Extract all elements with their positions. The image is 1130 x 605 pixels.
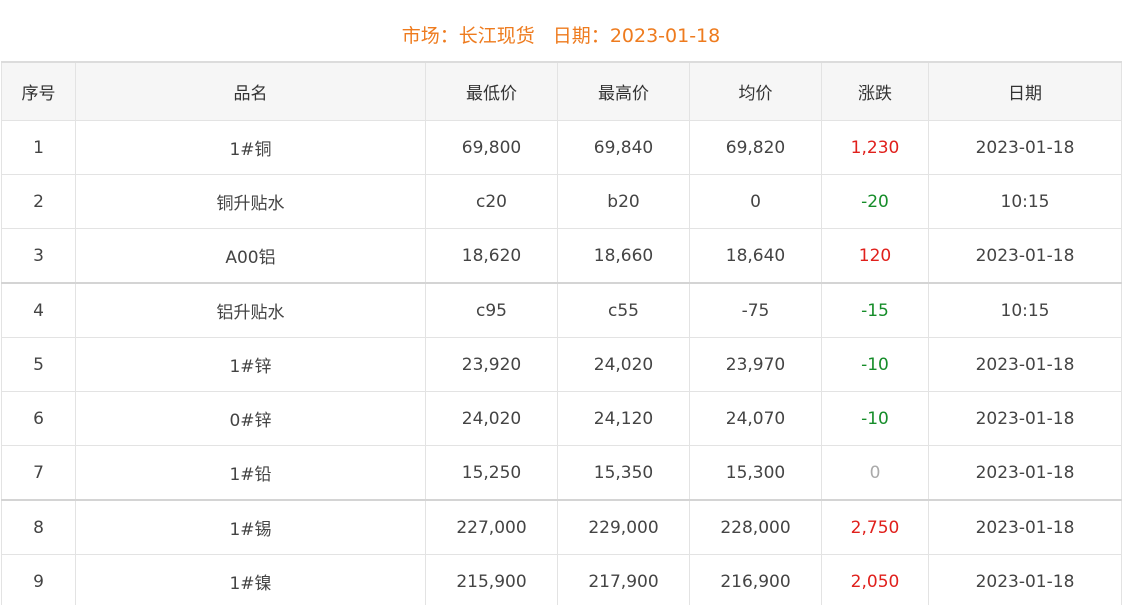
- cell-name: 0#锌: [75, 391, 426, 446]
- cell-high: 217,900: [557, 554, 690, 605]
- cell-low: c95: [425, 282, 558, 338]
- cell-low: 215,900: [425, 554, 558, 605]
- cell-change: -15: [821, 282, 929, 338]
- cell-name: 1#锡: [75, 499, 426, 555]
- cell-high: 18,660: [557, 228, 690, 284]
- cell-no: 5: [1, 337, 76, 392]
- cell-name: 1#铜: [75, 120, 426, 175]
- cell-avg: 18,640: [689, 228, 822, 284]
- cell-avg: 23,970: [689, 337, 822, 392]
- cell-name: A00铝: [75, 228, 426, 284]
- market-date-header: 市场：长江现货 日期：2023-01-18: [0, 22, 1122, 50]
- cell-change: 2,050: [821, 554, 929, 605]
- column-header-avg: 均价: [689, 61, 822, 121]
- cell-date: 10:15: [928, 282, 1122, 338]
- cell-name: 1#铅: [75, 445, 426, 501]
- cell-change: 120: [821, 228, 929, 284]
- cell-high: 15,350: [557, 445, 690, 501]
- cell-change: 0: [821, 445, 929, 501]
- cell-no: 1: [1, 120, 76, 175]
- cell-no: 9: [1, 554, 76, 605]
- cell-change: -10: [821, 337, 929, 392]
- cell-no: 6: [1, 391, 76, 446]
- cell-date: 2023-01-18: [928, 391, 1122, 446]
- cell-high: 24,120: [557, 391, 690, 446]
- column-header-high: 最高价: [557, 61, 690, 121]
- cell-date: 2023-01-18: [928, 228, 1122, 284]
- cell-low: 69,800: [425, 120, 558, 175]
- cell-high: 24,020: [557, 337, 690, 392]
- cell-low: 15,250: [425, 445, 558, 501]
- cell-change: -20: [821, 174, 929, 229]
- table-row: 9 1#镍 215,900 217,900 216,900 2,050 2023…: [1, 554, 1122, 605]
- cell-low: 23,920: [425, 337, 558, 392]
- cell-avg: 0: [689, 174, 822, 229]
- price-table: 序号 品名 最低价 最高价 均价 涨跌 日期 1 1#铜 69,800 69,8…: [1, 61, 1122, 605]
- cell-no: 2: [1, 174, 76, 229]
- market-label: 市场：: [401, 25, 459, 47]
- cell-high: 69,840: [557, 120, 690, 175]
- table-row: 4 铝升贴水 c95 c55 -75 -15 10:15: [1, 282, 1122, 338]
- cell-date: 2023-01-18: [928, 445, 1122, 501]
- cell-no: 7: [1, 445, 76, 501]
- cell-high: c55: [557, 282, 690, 338]
- cell-date: 10:15: [928, 174, 1122, 229]
- price-page: 市场：长江现货 日期：2023-01-18 序号 品名 最低价 最高价 均价 涨跌…: [0, 0, 1130, 605]
- cell-change: -10: [821, 391, 929, 446]
- date-value: 2023-01-18: [609, 25, 721, 47]
- cell-avg: 24,070: [689, 391, 822, 446]
- market-value: 长江现货: [458, 25, 535, 47]
- date-label: 日期：: [552, 25, 610, 47]
- table-row: 3 A00铝 18,620 18,660 18,640 120 2023-01-…: [1, 228, 1122, 284]
- cell-change: 1,230: [821, 120, 929, 175]
- cell-high: b20: [557, 174, 690, 229]
- table-header-row: 序号 品名 最低价 最高价 均价 涨跌 日期: [1, 61, 1122, 121]
- cell-date: 2023-01-18: [928, 554, 1122, 605]
- table-row: 2 铜升贴水 c20 b20 0 -20 10:15: [1, 174, 1122, 229]
- cell-avg: -75: [689, 282, 822, 338]
- cell-date: 2023-01-18: [928, 337, 1122, 392]
- cell-date: 2023-01-18: [928, 499, 1122, 555]
- table-row: 8 1#锡 227,000 229,000 228,000 2,750 2023…: [1, 499, 1122, 555]
- cell-avg: 69,820: [689, 120, 822, 175]
- table-row: 7 1#铅 15,250 15,350 15,300 0 2023-01-18: [1, 445, 1122, 501]
- cell-high: 229,000: [557, 499, 690, 555]
- cell-low: 18,620: [425, 228, 558, 284]
- cell-no: 8: [1, 499, 76, 555]
- cell-name: 铝升贴水: [75, 282, 426, 338]
- cell-no: 4: [1, 282, 76, 338]
- cell-name: 1#锌: [75, 337, 426, 392]
- cell-avg: 216,900: [689, 554, 822, 605]
- column-header-name: 品名: [75, 61, 426, 121]
- cell-avg: 228,000: [689, 499, 822, 555]
- table-row: 1 1#铜 69,800 69,840 69,820 1,230 2023-01…: [1, 120, 1122, 175]
- cell-no: 3: [1, 228, 76, 284]
- cell-name: 1#镍: [75, 554, 426, 605]
- cell-change: 2,750: [821, 499, 929, 555]
- column-header-change: 涨跌: [821, 61, 929, 121]
- cell-low: 227,000: [425, 499, 558, 555]
- cell-avg: 15,300: [689, 445, 822, 501]
- cell-low: 24,020: [425, 391, 558, 446]
- table-row: 6 0#锌 24,020 24,120 24,070 -10 2023-01-1…: [1, 391, 1122, 446]
- cell-name: 铜升贴水: [75, 174, 426, 229]
- table-row: 5 1#锌 23,920 24,020 23,970 -10 2023-01-1…: [1, 337, 1122, 392]
- column-header-date: 日期: [928, 61, 1122, 121]
- cell-date: 2023-01-18: [928, 120, 1122, 175]
- column-header-no: 序号: [1, 61, 76, 121]
- column-header-low: 最低价: [425, 61, 558, 121]
- cell-low: c20: [425, 174, 558, 229]
